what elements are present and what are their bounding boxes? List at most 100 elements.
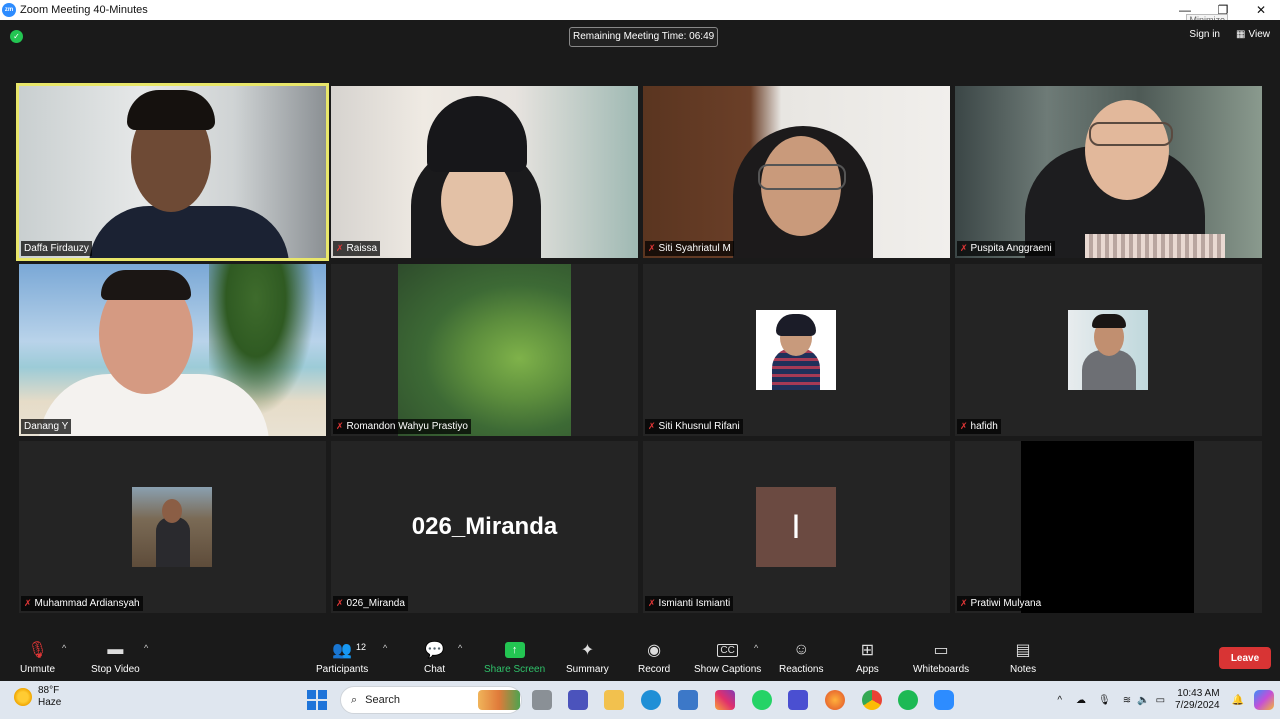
participant-name: ✗ Siti Khusnul Rifani <box>645 419 743 434</box>
share-screen-button[interactable]: ↑ Share Screen <box>484 639 545 675</box>
profile-suit <box>1082 350 1136 390</box>
glasses-icon <box>1089 122 1173 146</box>
unmute-button[interactable]: 🎙 Unmute <box>20 639 55 675</box>
tray-overflow-chevron-icon[interactable]: ^ <box>1057 695 1062 706</box>
encryption-shield-icon[interactable]: ✓ <box>10 30 23 43</box>
instagram-icon[interactable] <box>715 690 735 710</box>
summary-label: Summary <box>566 664 609 675</box>
whiteboards-button[interactable]: ▭ Whiteboards <box>913 639 969 675</box>
participant-name: Daffa Firdauzy <box>21 241 92 256</box>
clock[interactable]: 10:43 AM 7/29/2024 <box>1175 688 1220 712</box>
microsoft-store-icon[interactable] <box>678 690 698 710</box>
mic-off-icon: ✗ <box>336 598 344 608</box>
participant-name: ✗ Siti Syahriatul M <box>645 241 734 256</box>
participant-name: Danang Y <box>21 419 72 434</box>
video-tile[interactable]: ✗ Siti Syahriatul M <box>643 86 950 258</box>
video-tile[interactable]: ✗ Muhammad Ardiansyah <box>19 441 326 613</box>
zoom-taskbar-icon[interactable] <box>934 690 954 710</box>
share-screen-icon: ↑ <box>504 642 525 658</box>
mic-off-icon: ✗ <box>960 598 968 608</box>
close-button[interactable]: ✕ <box>1242 0 1280 20</box>
audio-options-chevron-icon[interactable]: ^ <box>62 643 66 653</box>
task-view-icon[interactable] <box>532 690 552 710</box>
copilot-icon[interactable] <box>1254 690 1274 710</box>
show-captions-button[interactable]: CC Show Captions <box>694 639 761 675</box>
sign-in-link[interactable]: Sign in <box>1189 29 1220 40</box>
record-button[interactable]: ◉ Record <box>638 639 670 675</box>
participant-hair <box>127 90 215 130</box>
participant-hair <box>101 270 191 300</box>
windows-start-icon[interactable] <box>307 690 327 710</box>
notes-button[interactable]: ▤ Notes <box>1010 639 1036 675</box>
video-tile[interactable]: ✗ Romandon Wahyu Prastiyo <box>331 264 638 436</box>
video-tile[interactable]: ✗ hafidh <box>955 264 1262 436</box>
participant-name: ✗ Puspita Anggraeni <box>957 241 1055 256</box>
apps-button[interactable]: ⊞ Apps <box>856 639 879 675</box>
participant-name: ✗ Raissa <box>333 241 381 256</box>
sun-haze-icon <box>14 688 32 706</box>
grid-view-icon: ▦ <box>1236 29 1246 40</box>
spotify-icon[interactable] <box>898 690 918 710</box>
notification-bell-icon[interactable]: 🔔 <box>1232 695 1244 706</box>
video-tile[interactable]: ✗ Raissa <box>331 86 638 258</box>
participant-name-text: Romandon Wahyu Prastiyo <box>346 421 468 432</box>
wifi-icon[interactable]: ≋ <box>1123 695 1131 706</box>
participant-name-text: Puspita Anggraeni <box>970 243 1052 254</box>
chat-button[interactable]: 💬 Chat <box>424 639 445 675</box>
whiteboards-label: Whiteboards <box>913 664 970 675</box>
participants-options-chevron-icon[interactable]: ^ <box>383 643 387 653</box>
remaining-time-label: Remaining Meeting Time: 06:49 <box>569 27 719 47</box>
mic-off-icon: ✗ <box>960 243 968 253</box>
participant-hijab-top <box>427 96 527 172</box>
whatsapp-icon[interactable] <box>752 690 772 710</box>
share-screen-label: Share Screen <box>484 664 546 675</box>
chrome-icon[interactable] <box>862 690 882 710</box>
video-options-chevron-icon[interactable]: ^ <box>144 643 148 653</box>
stop-video-button[interactable]: ▬ Stop Video <box>91 639 140 675</box>
participants-icon: 👥 <box>332 642 353 659</box>
video-tile[interactable]: ✗ Puspita Anggraeni <box>955 86 1262 258</box>
microphone-icon[interactable]: 🎙 <box>1098 695 1111 706</box>
view-button[interactable]: ▦ View <box>1236 29 1270 40</box>
system-tray: ^ ☁ 🎙 ≋ 🔈 ▭ 10:43 AM 7/29/2024 🔔 <box>1057 681 1280 719</box>
profile-hijab <box>776 314 816 336</box>
glasses-icon <box>758 164 846 190</box>
participant-body <box>89 206 289 258</box>
file-explorer-icon[interactable] <box>604 690 624 710</box>
mic-off-icon: ✗ <box>648 243 656 253</box>
participant-display-name: 026_Miranda <box>411 513 558 540</box>
video-tile[interactable]: 026_Miranda ✗ 026_Miranda <box>331 441 638 613</box>
leave-button[interactable]: Leave <box>1219 647 1271 669</box>
participant-name-text: Siti Khusnul Rifani <box>658 421 740 432</box>
summary-button[interactable]: ✦ Summary <box>566 639 609 675</box>
notes-label: Notes <box>1010 664 1037 675</box>
onedrive-cloud-icon[interactable]: ☁ <box>1076 695 1086 706</box>
mic-off-icon: ✗ <box>336 243 344 253</box>
weather-widget[interactable]: 88°F Haze <box>14 685 61 709</box>
video-tile[interactable]: ✗ Siti Khusnul Rifani <box>643 264 950 436</box>
captions-options-chevron-icon[interactable]: ^ <box>754 643 758 653</box>
participant-name: ✗ hafidh <box>957 419 1001 434</box>
video-tile[interactable]: Danang Y <box>19 264 326 436</box>
battery-icon[interactable]: ▭ <box>1156 695 1165 706</box>
profile-picture <box>132 487 212 567</box>
editor-app-icon[interactable] <box>788 690 808 710</box>
mic-off-icon: ✗ <box>648 598 656 608</box>
participant-name: ✗ Ismianti Ismianti <box>645 596 734 611</box>
volume-icon[interactable]: 🔈 <box>1137 695 1149 706</box>
reactions-button[interactable]: ☺ Reactions <box>779 639 823 675</box>
zoom-window: zm Zoom Meeting 40-Minutes — ❐ ✕ Minimiz… <box>0 0 1280 719</box>
teams-icon[interactable] <box>568 690 588 710</box>
edge-icon[interactable] <box>641 690 661 710</box>
video-tile[interactable]: Daffa Firdauzy <box>16 83 329 261</box>
summary-icon: ✦ <box>580 642 595 659</box>
participant-name: ✗ Muhammad Ardiansyah <box>21 596 143 611</box>
participant-name-text: Ismianti Ismianti <box>658 598 731 609</box>
chat-options-chevron-icon[interactable]: ^ <box>458 643 462 653</box>
firefox-icon[interactable] <box>825 690 845 710</box>
video-tile[interactable]: I ✗ Ismianti Ismianti <box>643 441 950 613</box>
black-video <box>1021 441 1194 613</box>
profile-picture <box>756 310 836 390</box>
show-captions-label: Show Captions <box>694 664 762 675</box>
video-tile[interactable]: ✗ Pratiwi Mulyana <box>955 441 1262 613</box>
